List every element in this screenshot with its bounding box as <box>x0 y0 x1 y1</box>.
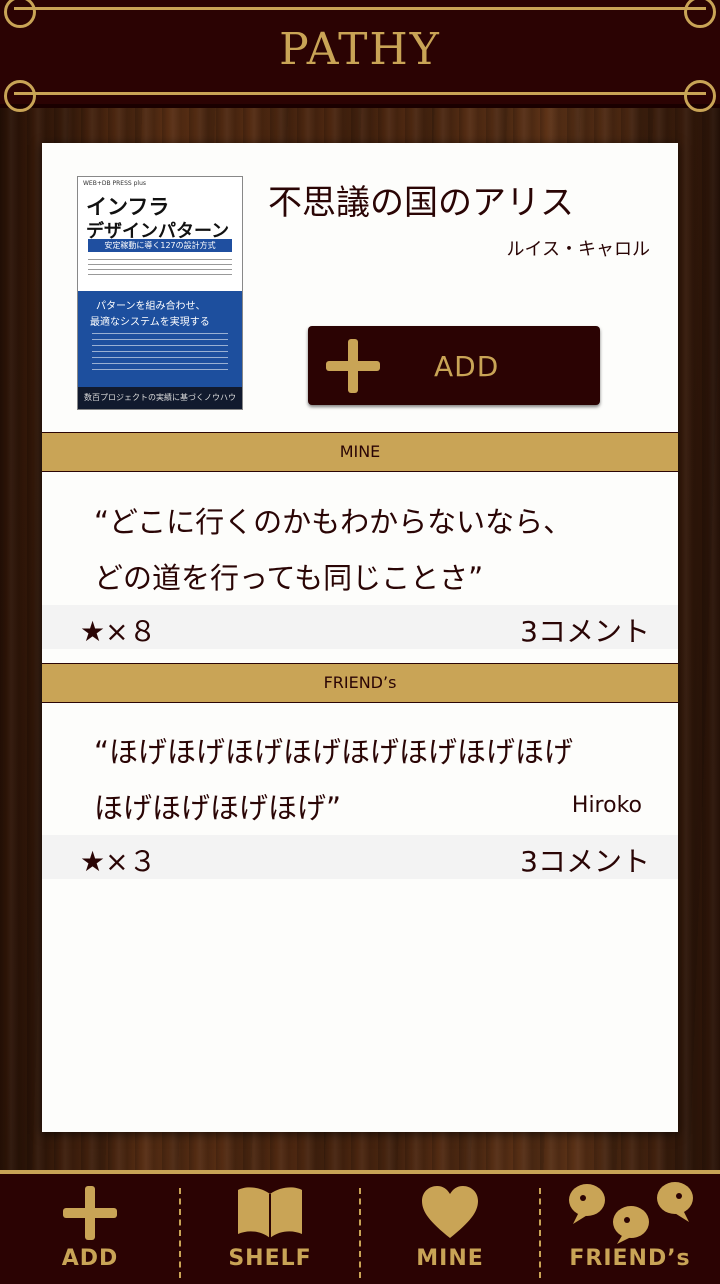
mine-quote-line1[interactable]: “どこに行くのかもわからないなら、 <box>94 499 572 541</box>
nav-add-label: ADD <box>61 1246 119 1271</box>
nav-add[interactable]: ADD <box>0 1174 180 1284</box>
nav-shelf-label: SHELF <box>228 1246 312 1271</box>
book-title: 不思議の国のアリス <box>268 183 574 223</box>
speech-bubbles-icon <box>569 1182 693 1244</box>
book-author: ルイス・キャロル <box>506 239 650 260</box>
nav-mine-label: MINE <box>416 1246 484 1271</box>
book-cover[interactable]: WEB+DB PRESS plus インフラ デザインパターン 安定稼動に導く1… <box>77 176 243 410</box>
bottom-nav: ADD SHELF MINE FRIEND’s <box>0 1170 720 1284</box>
nav-mine[interactable]: MINE <box>360 1174 540 1284</box>
app-title: PATHY <box>279 24 441 75</box>
friend-quote-line2[interactable]: ほげほげほげほげ” <box>94 785 341 827</box>
open-book-icon <box>238 1187 302 1238</box>
ornament-icon <box>4 80 36 112</box>
cover-top: WEB+DB PRESS plus インフラ デザインパターン 安定稼動に導く1… <box>78 177 242 291</box>
mine-star-count[interactable]: ★×８ <box>80 610 157 650</box>
section-header-friends: FRIEND’s <box>42 663 678 703</box>
section-header-mine: MINE <box>42 432 678 472</box>
nav-shelf[interactable]: SHELF <box>180 1174 360 1284</box>
cover-text-lines <box>92 333 228 375</box>
app-header: PATHY <box>0 0 720 112</box>
plus-icon <box>326 339 380 393</box>
mine-quote-line2[interactable]: どの道を行っても同じことさ” <box>94 555 483 597</box>
add-button-label: ADD <box>434 350 500 383</box>
header-rule-bottom <box>14 92 706 95</box>
nav-friends-label: FRIEND’s <box>569 1246 691 1271</box>
cover-subtitle: 安定稼動に導く127の設計方式 <box>88 239 232 252</box>
cover-authors <box>88 259 232 277</box>
friend-star-count[interactable]: ★×３ <box>80 840 157 880</box>
cover-tagline1: パターンを組み合わせ、 <box>96 301 206 312</box>
plus-icon <box>63 1186 117 1240</box>
cover-series: WEB+DB PRESS plus <box>83 180 147 187</box>
cover-tagline2: 最適なシステムを実現する <box>90 317 210 328</box>
friend-comment-count[interactable]: 3コメント <box>520 840 650 880</box>
book-detail-card: WEB+DB PRESS plus インフラ デザインパターン 安定稼動に導く1… <box>42 143 678 1132</box>
friend-meta-row: ★×３ 3コメント <box>42 835 678 879</box>
heart-icon <box>422 1186 478 1238</box>
friend-quote-line1[interactable]: “ほげほげほげほげほげほげほげほげ <box>94 729 573 771</box>
add-quote-button[interactable]: ADD <box>308 326 600 405</box>
friend-name[interactable]: Hiroko <box>572 793 642 818</box>
ornament-icon <box>684 80 716 112</box>
nav-friends[interactable]: FRIEND’s <box>540 1174 720 1284</box>
mine-meta-row: ★×８ 3コメント <box>42 605 678 649</box>
header-rule-top <box>14 7 706 10</box>
mine-comment-count[interactable]: 3コメント <box>520 610 650 650</box>
cover-bottom: パターンを組み合わせ、 最適なシステムを実現する 数百プロジェクトの実績に基づく… <box>78 291 242 409</box>
cover-footer: 数百プロジェクトの実績に基づくノウハウ <box>78 387 242 409</box>
